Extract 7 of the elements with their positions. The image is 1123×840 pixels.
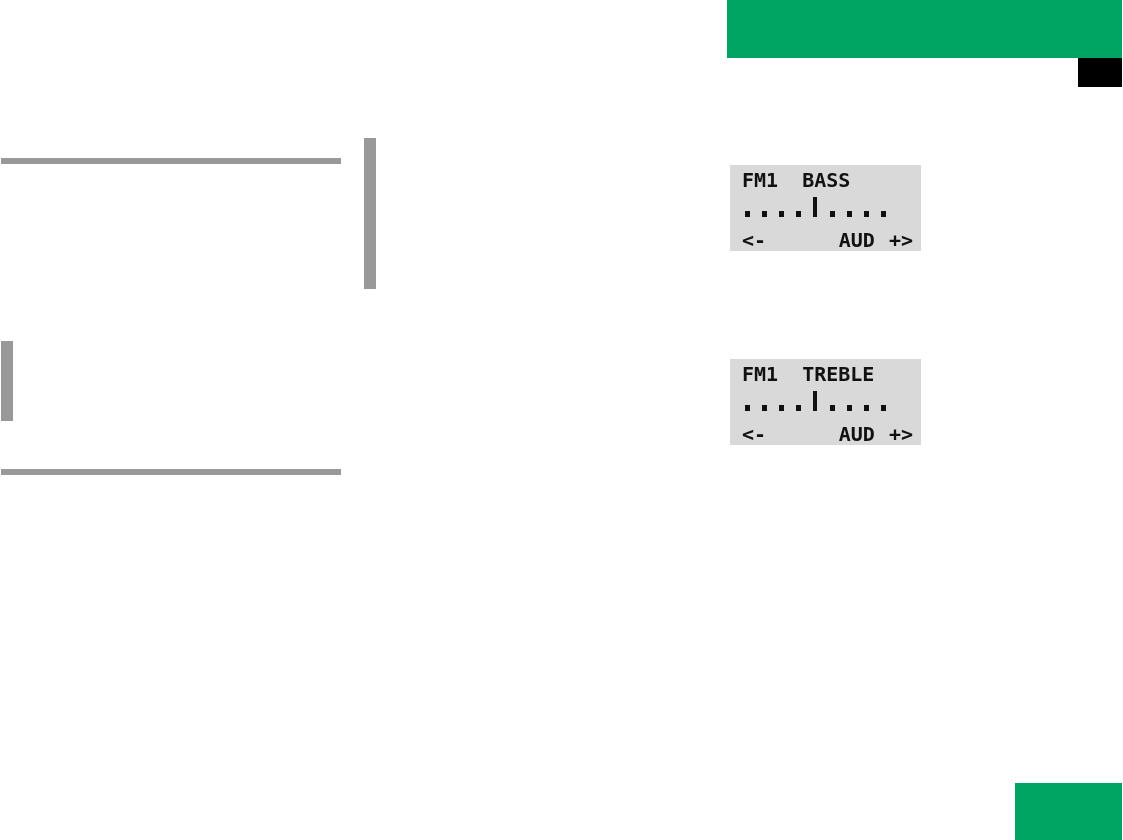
setting-text: BASS bbox=[802, 169, 851, 191]
left-key-text: <- bbox=[742, 423, 767, 445]
right-key-text: +> bbox=[888, 229, 913, 251]
band-text: FM1 bbox=[742, 169, 779, 191]
right-key-text: +> bbox=[888, 423, 913, 445]
section-marker bbox=[1078, 58, 1122, 87]
mode-text: AUD bbox=[838, 423, 875, 445]
